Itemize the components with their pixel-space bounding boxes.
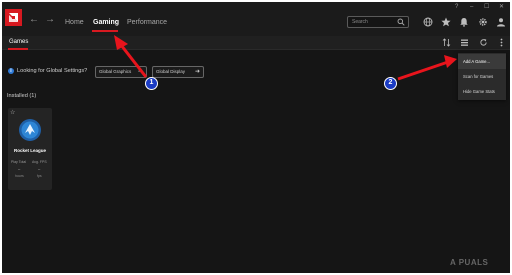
annotation-badge-1: 1 — [145, 77, 158, 90]
annotation-arrows — [114, 35, 457, 81]
annotation-arrowhead-2 — [444, 55, 457, 68]
annotation-arrow-2 — [397, 60, 449, 81]
annotation-arrowhead-1 — [114, 35, 128, 50]
annotation-badge-2: 2 — [384, 77, 397, 90]
annotation-arrow-1 — [119, 44, 148, 78]
